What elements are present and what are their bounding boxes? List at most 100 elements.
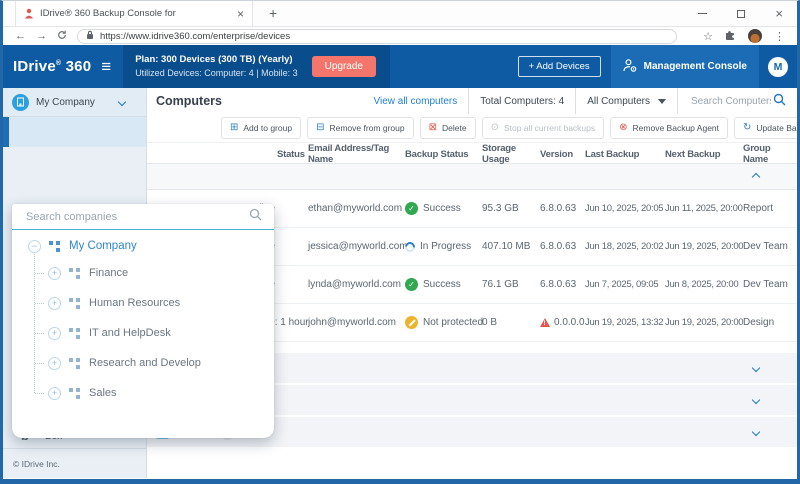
org-icon xyxy=(69,327,81,339)
column-last-backup[interactable]: Last Backup xyxy=(585,149,665,160)
close-icon[interactable] xyxy=(775,5,783,23)
toolbar-button[interactable]: Remove from group xyxy=(307,117,414,139)
backup-status-icon xyxy=(405,202,418,215)
tree-node-child[interactable]: Research and Develop xyxy=(12,348,274,378)
storage-usage: 95.3 GB xyxy=(480,203,540,214)
expand-plus-icon[interactable] xyxy=(48,387,61,400)
toolbar-button[interactable]: Remove Backup Agent xyxy=(610,117,728,139)
company-building-icon xyxy=(12,94,29,111)
backup-status-icon xyxy=(405,278,418,291)
url-text: https://www.idrive360.com/enterprise/dev… xyxy=(100,31,290,42)
tree-node-root[interactable]: My Company xyxy=(12,234,274,258)
column-version[interactable]: Version xyxy=(540,149,585,160)
tree-node-child[interactable]: Finance xyxy=(12,258,274,288)
browser-tab-strip: IDrive® 360 Backup Console for xyxy=(3,1,797,27)
tree-node-child[interactable]: Human Resources xyxy=(12,288,274,318)
column-status[interactable]: Status xyxy=(240,149,305,160)
last-backup: Jun 10, 2025, 20:05 xyxy=(585,203,665,214)
collapse-minus-icon[interactable] xyxy=(28,240,41,253)
idrive360-logo: IDrive® 360 xyxy=(3,58,91,75)
chevron-down-icon xyxy=(118,98,126,106)
column-next-backup[interactable]: Next Backup xyxy=(665,149,743,160)
browser-menu-icon[interactable] xyxy=(774,27,785,45)
minimize-icon[interactable] xyxy=(698,13,707,14)
storage-usage: 76.1 GB xyxy=(480,279,540,290)
idrive-favicon-icon xyxy=(24,8,34,19)
last-backup: Jun 18, 2025, 20:02 xyxy=(585,241,665,252)
toolbar-button-icon xyxy=(316,123,324,133)
company-dropdown-panel: My Company Finance Human xyxy=(12,204,274,438)
search-icon[interactable] xyxy=(773,93,786,109)
forward-icon[interactable] xyxy=(36,31,47,42)
company-selector[interactable]: My Company xyxy=(3,88,146,117)
column-storage-usage[interactable]: Storage Usage xyxy=(480,143,540,165)
company-search-box[interactable] xyxy=(12,204,274,230)
group-name: Dev Team xyxy=(743,241,797,252)
next-backup: Jun 11, 2025, 20:00 xyxy=(665,203,743,214)
toolbar-button-icon xyxy=(619,123,627,133)
expand-chevron-down-icon[interactable] xyxy=(752,396,760,404)
tree-child-label: Finance xyxy=(89,267,128,279)
backup-status-icon xyxy=(405,316,418,329)
expand-chevron-down-icon[interactable] xyxy=(752,428,760,436)
expand-plus-icon[interactable] xyxy=(48,297,61,310)
user-avatar[interactable]: M xyxy=(768,57,788,77)
hamburger-menu-icon[interactable] xyxy=(101,57,111,77)
add-devices-button[interactable]: + Add Devices xyxy=(518,56,601,77)
column-email[interactable]: Email Address/Tag Name xyxy=(305,143,405,165)
tree-child-label: IT and HelpDesk xyxy=(89,327,171,339)
column-backup-status[interactable]: Backup Status xyxy=(405,149,480,160)
sidebar-item-computers-active[interactable] xyxy=(3,117,146,147)
table-header: Status Email Address/Tag Name Backup Sta… xyxy=(147,142,797,164)
computer-email: ethan@myworld.com xyxy=(305,203,405,214)
back-icon[interactable] xyxy=(15,31,26,42)
expand-plus-icon[interactable] xyxy=(48,327,61,340)
tab-close-icon[interactable] xyxy=(237,5,244,23)
version-warning-icon xyxy=(540,318,550,327)
extensions-puzzle-icon[interactable] xyxy=(725,27,736,45)
tree-node-child[interactable]: Sales xyxy=(12,378,274,408)
browser-profile-avatar[interactable] xyxy=(748,29,762,43)
toolbar-button[interactable]: Stop all current backups xyxy=(482,117,605,139)
expand-plus-icon[interactable] xyxy=(48,357,61,370)
tree-node-child[interactable]: IT and HelpDesk xyxy=(12,318,274,348)
new-tab-button[interactable] xyxy=(269,5,277,23)
backup-status-cell: Not protected xyxy=(405,316,480,329)
management-console-button[interactable]: Management Console xyxy=(611,45,759,88)
toolbar-button[interactable]: Update Backup Agent xyxy=(734,117,800,139)
computer-email: jessica@myworld.com xyxy=(305,241,405,252)
toolbar-button[interactable]: Delete xyxy=(420,117,476,139)
company-search-input[interactable] xyxy=(24,210,249,224)
view-all-computers-link[interactable]: View all computers xyxy=(363,88,469,114)
org-icon xyxy=(69,297,81,309)
search-computers-box[interactable] xyxy=(678,88,797,114)
window-controls xyxy=(698,1,783,26)
org-icon xyxy=(69,357,81,369)
restore-icon[interactable] xyxy=(737,10,745,18)
collapse-chevron-up-icon[interactable] xyxy=(752,173,760,181)
expanded-group-band[interactable] xyxy=(147,164,797,190)
version-cell: 6.8.0.63 xyxy=(540,241,585,252)
computers-scope-dropdown[interactable]: All Computers xyxy=(576,88,677,114)
plan-line2: Utilized Devices: Computer: 4 | Mobile: … xyxy=(135,67,297,80)
page-title: Computers xyxy=(147,94,222,108)
tree-child-label: Sales xyxy=(89,387,117,399)
search-computers-input[interactable] xyxy=(689,95,773,108)
sidebar-footer: © IDrive Inc. xyxy=(3,448,146,478)
upgrade-button[interactable]: Upgrade xyxy=(312,56,376,77)
bookmark-star-icon[interactable] xyxy=(703,27,713,45)
browser-tab[interactable]: IDrive® 360 Backup Console for xyxy=(15,1,253,26)
version-cell: 6.8.0.63 xyxy=(540,203,585,214)
tree-child-label: Research and Develop xyxy=(89,357,201,369)
org-icon xyxy=(69,267,81,279)
expand-plus-icon[interactable] xyxy=(48,267,61,280)
toolbar-button[interactable]: Add to group xyxy=(221,117,301,139)
group-name: Design xyxy=(743,317,797,328)
next-backup: Jun 19, 2025, 20:00 xyxy=(665,241,743,252)
column-group-name[interactable]: Group Name xyxy=(743,143,797,165)
table-toolbar: Add to group Remove from group Delete xyxy=(147,114,797,142)
storage-usage: 0 B xyxy=(480,317,540,328)
expand-chevron-down-icon[interactable] xyxy=(752,364,760,372)
address-bar[interactable]: https://www.idrive360.com/enterprise/dev… xyxy=(77,29,677,44)
reload-icon[interactable] xyxy=(57,30,67,43)
